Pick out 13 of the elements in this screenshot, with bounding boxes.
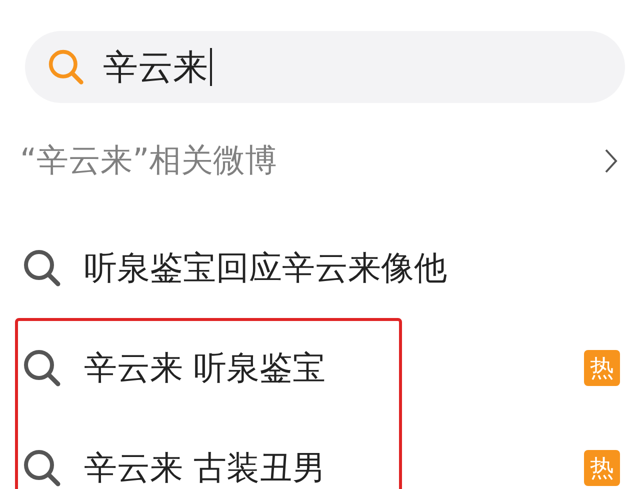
suggestion-item[interactable]: 辛云来 听泉鉴宝 热: [0, 318, 640, 418]
search-field[interactable]: 辛云来: [25, 31, 625, 103]
related-posts-row[interactable]: “辛云来”相关微博: [0, 103, 640, 218]
hot-badge: 热: [584, 350, 620, 386]
search-icon: [22, 248, 62, 288]
suggestion-item[interactable]: 辛云来 古装丑男 热: [0, 418, 640, 489]
search-icon: [22, 448, 62, 488]
search-icon: [22, 348, 62, 388]
chevron-right-icon: [604, 148, 618, 174]
search-icon: [47, 48, 85, 86]
hot-badge: 热: [584, 450, 620, 486]
suggestion-item[interactable]: 听泉鉴宝回应辛云来像他: [0, 218, 640, 318]
text-cursor: [210, 48, 212, 86]
